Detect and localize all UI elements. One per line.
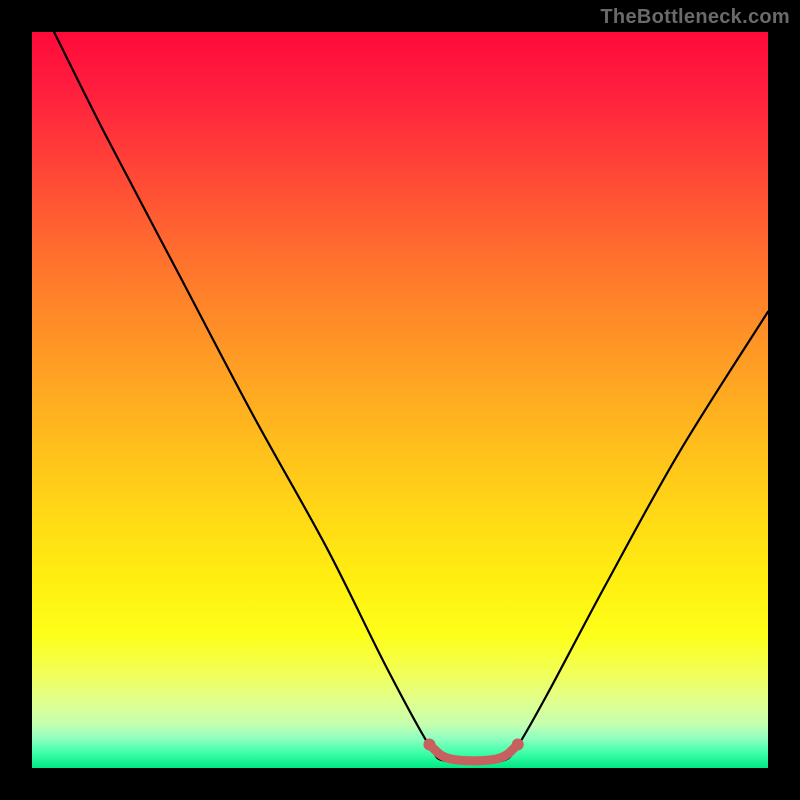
chart-frame: TheBottleneck.com xyxy=(0,0,800,800)
curve-svg xyxy=(32,32,768,768)
bottleneck-curve-path xyxy=(54,32,768,762)
minimum-band-dot xyxy=(512,738,524,750)
minimum-band-dot xyxy=(423,738,435,750)
watermark-label: TheBottleneck.com xyxy=(600,6,790,29)
minimum-band-path xyxy=(429,744,517,760)
plot-area xyxy=(32,32,768,768)
